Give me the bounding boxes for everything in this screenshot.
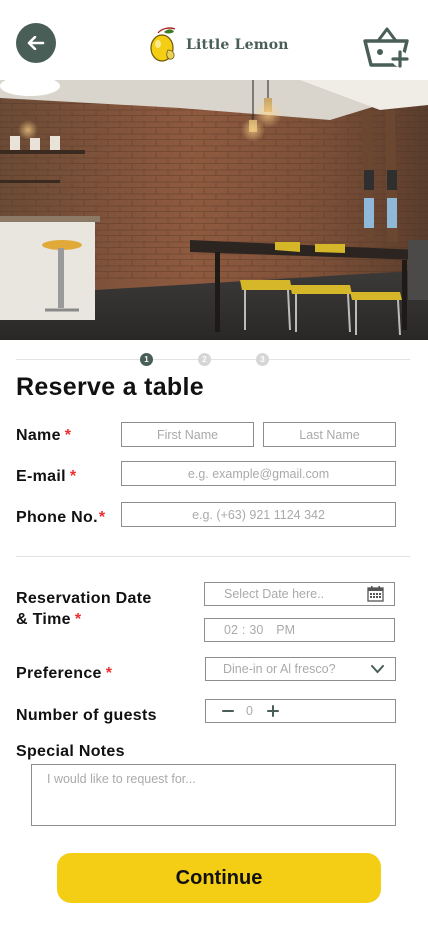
section-divider <box>16 556 410 557</box>
continue-button[interactable]: Continue <box>57 853 381 903</box>
required-marker: * <box>64 427 72 444</box>
required-marker: * <box>105 665 113 682</box>
required-marker: * <box>74 611 82 628</box>
basket-add-icon <box>363 27 409 68</box>
date-input[interactable]: Select Date here.. <box>204 582 395 606</box>
minus-icon[interactable] <box>222 705 234 717</box>
name-label: Name * <box>16 425 71 446</box>
step-2-indicator: 2 <box>198 353 211 366</box>
arrow-left-icon <box>27 36 45 50</box>
back-button[interactable] <box>16 23 56 63</box>
chevron-down-icon[interactable] <box>371 665 384 674</box>
lemon-logo-icon <box>150 27 176 62</box>
reservation-label-line2: & Time <box>16 611 71 628</box>
brand-name: Little Lemon <box>186 37 289 53</box>
notes-label: Special Notes <box>16 743 125 760</box>
last-name-input[interactable]: Last Name <box>263 422 396 447</box>
app-header: Little Lemon <box>0 0 428 80</box>
phone-label: Phone No.* <box>16 507 105 528</box>
page-title: Reserve a table <box>16 373 204 401</box>
reservation-label-line1: Reservation Date <box>16 590 152 607</box>
progress-stepper: 1 2 3 <box>16 351 410 369</box>
calendar-icon[interactable] <box>367 586 384 602</box>
step-1-indicator: 1 <box>140 353 153 366</box>
guests-count: 0 <box>246 704 253 718</box>
email-label-text: E-mail <box>16 468 66 485</box>
required-marker: * <box>69 468 77 485</box>
name-label-text: Name <box>16 427 61 444</box>
email-input[interactable]: e.g. example@gmail.com <box>121 461 396 486</box>
time-separator: : <box>241 623 246 637</box>
reservation-label: Reservation Date & Time * <box>16 588 152 630</box>
date-placeholder: Select Date here.. <box>224 587 325 601</box>
phone-label-text: Phone No. <box>16 509 98 526</box>
stepper-line <box>16 359 410 360</box>
guests-label: Number of guests <box>16 707 157 724</box>
time-minute[interactable]: 30 <box>249 623 263 637</box>
preference-select[interactable]: Dine-in or Al fresco? <box>205 657 396 681</box>
time-input[interactable]: 02 : 30 PM <box>204 618 395 642</box>
brand-logo: Little Lemon <box>148 26 289 64</box>
plus-icon[interactable] <box>266 705 279 717</box>
email-label: E-mail * <box>16 466 76 487</box>
first-name-input[interactable]: First Name <box>121 422 254 447</box>
basket-button[interactable] <box>362 24 412 75</box>
time-hour[interactable]: 02 <box>224 623 238 637</box>
hero-image <box>0 80 428 340</box>
preference-label-text: Preference <box>16 665 102 682</box>
preference-label: Preference * <box>16 663 112 684</box>
step-3-indicator: 3 <box>256 353 269 366</box>
special-notes-textarea[interactable]: I would like to request for... <box>31 764 396 826</box>
time-period[interactable]: PM <box>276 623 295 637</box>
phone-input[interactable]: e.g. (+63) 921 1124 342 <box>121 502 396 527</box>
required-marker: * <box>98 509 106 526</box>
preference-placeholder: Dine-in or Al fresco? <box>223 662 336 676</box>
guests-stepper: 0 <box>205 699 396 723</box>
